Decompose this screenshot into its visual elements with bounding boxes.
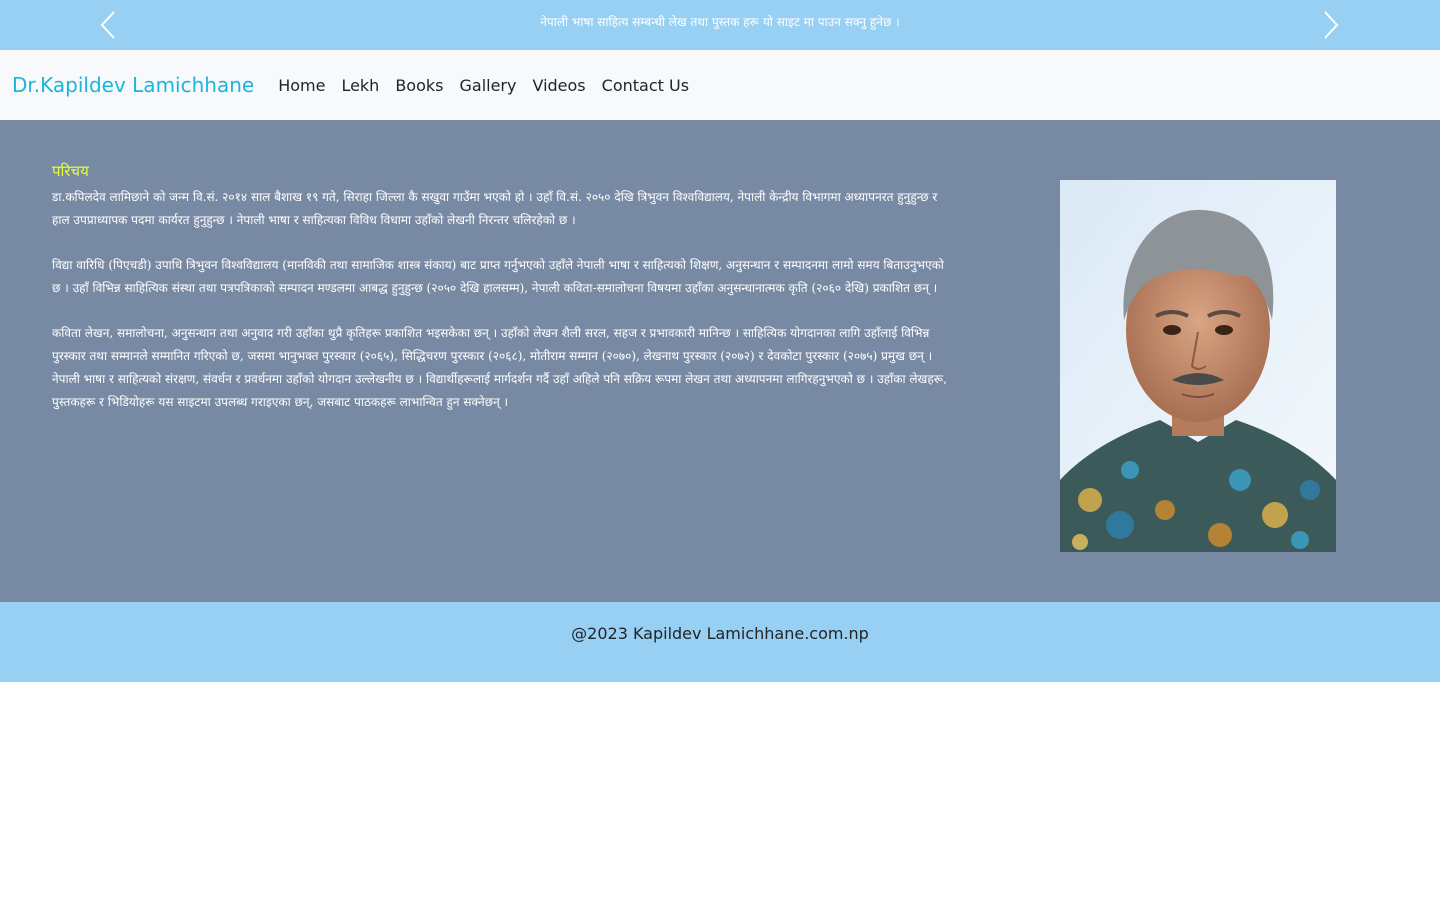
main-navbar: Dr.Kapildev Lamichhane Home Lekh Books G… xyxy=(0,50,1440,120)
author-portrait-photo xyxy=(1060,180,1336,552)
nav-links: Home Lekh Books Gallery Videos Contact U… xyxy=(270,76,697,95)
chevron-right-icon xyxy=(1324,11,1339,39)
brand-link[interactable]: Dr.Kapildev Lamichhane xyxy=(12,73,254,97)
bio-paragraph: डा.कपिलदेव लामिछाने को जन्म वि.सं. २०१४ … xyxy=(52,190,938,227)
nav-link-lekh[interactable]: Lekh xyxy=(333,76,387,95)
footer-copyright: @2023 Kapildev Lamichhane.com.np xyxy=(571,624,869,643)
footer: @2023 Kapildev Lamichhane.com.np xyxy=(0,602,1440,682)
carousel-next-button[interactable] xyxy=(1322,10,1340,40)
nav-link-books[interactable]: Books xyxy=(387,76,451,95)
bio-paragraph: कविता लेखन, समालोचना, अनुसन्धान तथा अनुव… xyxy=(52,326,947,409)
bio-section: परिचय डा.कपिलदेव लामिछाने को जन्म वि.सं.… xyxy=(0,120,1440,602)
nav-link-home[interactable]: Home xyxy=(270,76,333,95)
nav-link-contact-us[interactable]: Contact Us xyxy=(594,76,697,95)
bio-paragraph: विद्या वारिधि (पिएचडी) उपाधि त्रिभुवन वि… xyxy=(52,258,944,295)
announcement-text: नेपाली भाषा साहित्य सम्बन्धी लेख तथा पुस… xyxy=(540,15,900,29)
portrait-image xyxy=(1060,180,1336,552)
bio-text-column: परिचय डा.कपिलदेव लामिछाने को जन्म वि.सं.… xyxy=(52,160,948,436)
announcement-carousel: नेपाली भाषा साहित्य सम्बन्धी लेख तथा पुस… xyxy=(0,0,1440,50)
bio-heading: परिचय xyxy=(52,162,89,180)
nav-link-videos[interactable]: Videos xyxy=(524,76,593,95)
nav-link-gallery[interactable]: Gallery xyxy=(451,76,524,95)
